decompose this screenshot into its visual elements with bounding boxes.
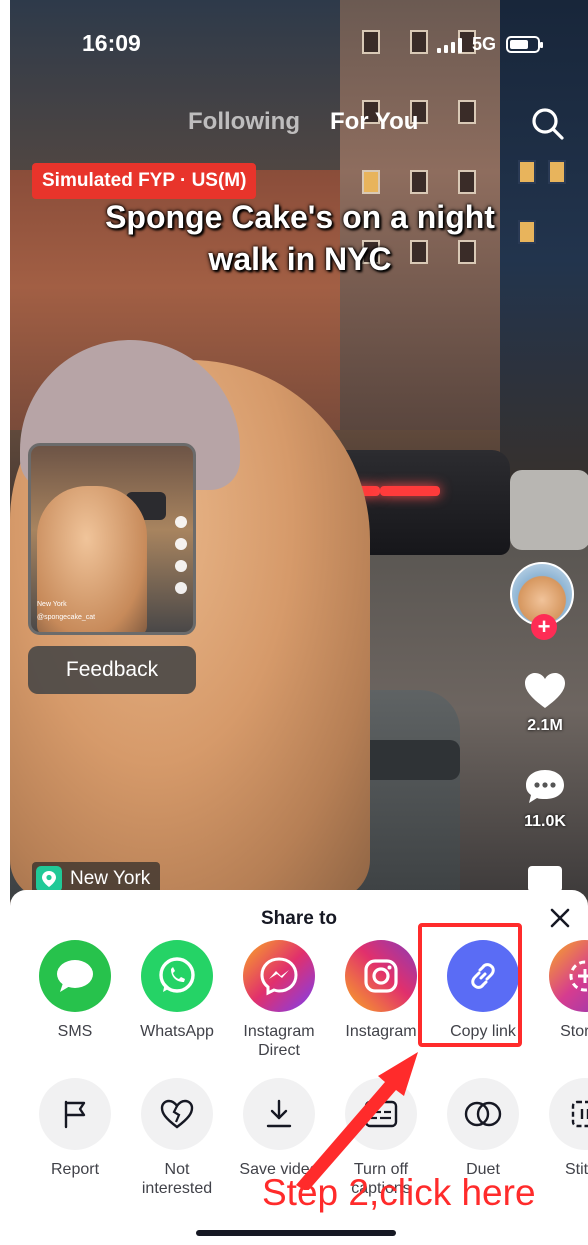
- action-report[interactable]: Report: [39, 1078, 111, 1198]
- flag-icon: [39, 1078, 111, 1150]
- tab-for-you[interactable]: For You: [330, 108, 418, 136]
- share-stories-label: Stories: [560, 1023, 588, 1040]
- location-pin-icon: [36, 866, 62, 892]
- comment-count: 11.0K: [524, 813, 566, 830]
- comment-bubble-icon: [526, 770, 564, 803]
- sms-bubble-icon: [39, 940, 111, 1012]
- feed-tabs: Following For You: [188, 108, 418, 136]
- preview-location: New York: [37, 601, 67, 608]
- silver-car: [510, 470, 588, 550]
- network-type: 5G: [471, 34, 496, 54]
- home-indicator: [196, 1230, 396, 1236]
- heart-icon: [525, 673, 565, 708]
- feedback-button[interactable]: Feedback: [28, 646, 196, 694]
- stories-plus-icon: [549, 940, 588, 1012]
- location-label: New York: [70, 868, 151, 889]
- like-count: 2.1M: [527, 717, 563, 734]
- step-2-annotation: Step 2,click here: [262, 1172, 536, 1213]
- action-not-interested[interactable]: Not interested: [141, 1078, 213, 1198]
- battery-icon: [506, 36, 543, 53]
- broken-heart-icon: [141, 1078, 213, 1150]
- action-stitch-label: Stitch: [564, 1161, 588, 1178]
- search-icon[interactable]: [530, 106, 566, 142]
- close-icon[interactable]: [548, 906, 572, 930]
- messenger-icon: [243, 940, 315, 1012]
- instagram-icon: [345, 940, 417, 1012]
- action-stitch[interactable]: Stitch: [549, 1078, 588, 1198]
- share-sms-label: SMS: [57, 1023, 93, 1040]
- preview-username: @spongecake_cat: [37, 614, 96, 621]
- tab-following[interactable]: Following: [188, 108, 300, 136]
- whatsapp-icon: [141, 940, 213, 1012]
- video-preview-card[interactable]: New York @spongecake_cat: [28, 443, 196, 635]
- share-stories[interactable]: Stories: [549, 940, 588, 1060]
- action-not-interested-label: Not interested: [141, 1161, 213, 1197]
- stitch-icon: [549, 1078, 588, 1150]
- share-sms[interactable]: SMS: [39, 940, 111, 1060]
- preview-cat-image: [37, 486, 147, 632]
- video-caption: Sponge Cake's on a night walk in NYC: [105, 199, 495, 277]
- simulated-fyp-badge: Simulated FYP · US(M): [32, 163, 257, 199]
- annotation-arrow-icon: [296, 1052, 418, 1190]
- like-button[interactable]: 2.1M: [520, 672, 570, 735]
- duet-icon: [447, 1078, 519, 1150]
- follow-plus-icon[interactable]: +: [531, 614, 557, 640]
- share-whatsapp[interactable]: WhatsApp: [140, 940, 214, 1060]
- status-icons: 5G: [436, 34, 543, 55]
- share-instagram-label: Instagram: [345, 1023, 417, 1040]
- action-report-label: Report: [50, 1161, 100, 1178]
- copy-link-highlight-box: [418, 923, 522, 1047]
- bookmark-icon[interactable]: [528, 866, 562, 892]
- comment-button[interactable]: 11.0K: [520, 768, 570, 831]
- preview-side-icons: [175, 516, 187, 594]
- share-whatsapp-label: WhatsApp: [140, 1023, 214, 1040]
- status-time: 16:09: [82, 30, 141, 56]
- signal-icon: [436, 37, 462, 53]
